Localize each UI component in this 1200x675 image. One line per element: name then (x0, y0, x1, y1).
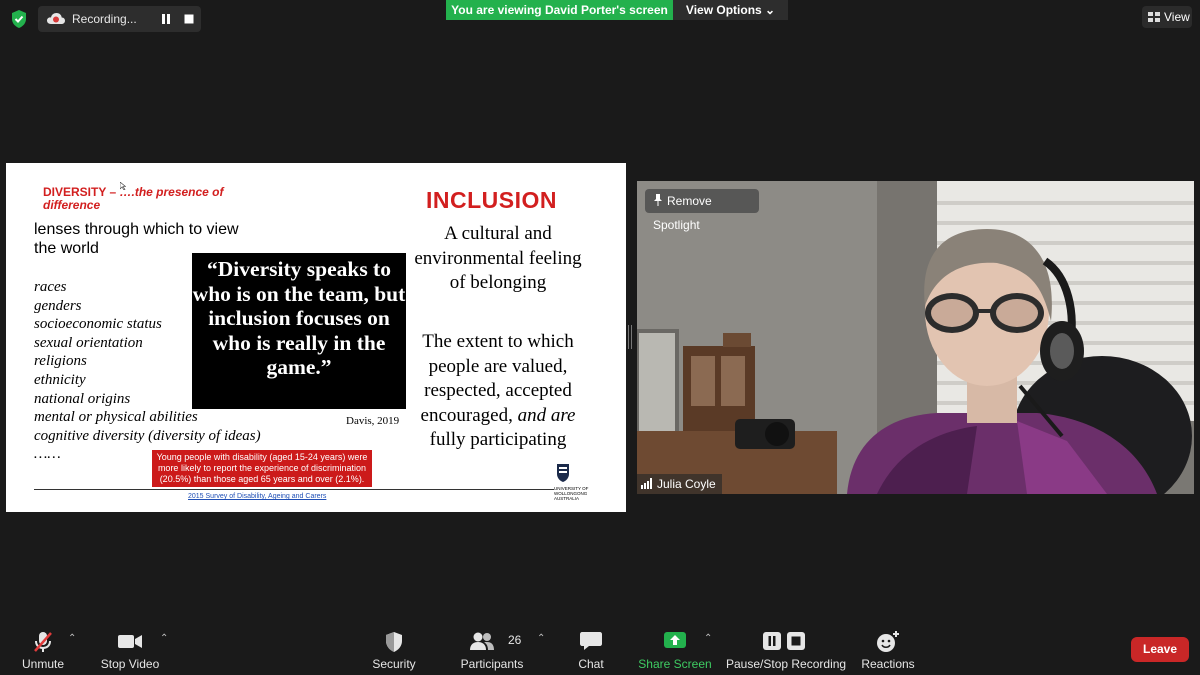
chat-label: Chat (578, 657, 604, 671)
leave-button[interactable]: Leave (1131, 637, 1189, 662)
diversity-heading: DIVERSITY – ….the presence of difference (43, 186, 253, 212)
list-item: mental or physical abilities (34, 409, 198, 426)
muted-microphone-icon (31, 630, 55, 657)
participant-count: 26 (508, 633, 522, 647)
reactions-label: Reactions (861, 657, 915, 671)
footer-divider (34, 489, 554, 490)
pause-stop-recording-label: Pause/Stop Recording (726, 657, 847, 671)
video-camera-icon (117, 630, 143, 655)
view-options-dropdown[interactable]: View Options ⌄ (673, 0, 788, 20)
quote-box: “Diversity speaks to who is on the team,… (192, 253, 406, 409)
security-shield-icon (383, 630, 405, 657)
reactions-button[interactable]: Reactions (856, 625, 920, 673)
view-label: View (1164, 10, 1190, 24)
participant-name-bar: Julia Coyle (637, 474, 722, 494)
chat-bubble-icon (579, 630, 603, 655)
participants-label: Participants (460, 657, 524, 671)
pause-recording-button[interactable] (156, 9, 176, 29)
audio-options-caret[interactable]: ⌃ (66, 625, 80, 673)
statistic-box: Young people with disability (aged 15-24… (152, 450, 372, 487)
list-item: cognitive diversity (diversity of ideas) (34, 427, 261, 444)
chat-button[interactable]: Chat (566, 625, 616, 673)
signal-strength-icon (641, 475, 653, 494)
stop-video-button[interactable]: Stop Video (96, 625, 164, 673)
panel-resize-handle[interactable] (628, 325, 632, 349)
university-crest-icon (557, 464, 569, 482)
inclusion-text-2b: and are (517, 404, 576, 426)
recording-label: Recording... (72, 12, 137, 26)
encryption-shield-icon[interactable] (8, 8, 30, 30)
recording-indicator[interactable]: Recording... (38, 6, 201, 32)
quote-attribution: Davis, 2019 (346, 415, 400, 427)
participants-button[interactable]: 26 Participants (452, 625, 532, 673)
pause-stop-icons (762, 630, 808, 655)
participants-icon (469, 630, 495, 655)
cloud-recording-icon (46, 11, 66, 32)
unmute-button[interactable]: Unmute (14, 625, 72, 673)
video-options-caret[interactable]: ⌃ (158, 625, 172, 673)
security-label: Security (372, 657, 416, 671)
stop-video-label: Stop Video (100, 657, 160, 671)
share-options-caret[interactable]: ⌃ (702, 625, 716, 673)
grid-view-icon (1148, 10, 1160, 24)
chevron-up-icon: ⌃ (537, 633, 546, 644)
stop-recording-button[interactable] (179, 9, 199, 29)
participant-name: Julia Coyle (657, 477, 716, 491)
inclusion-text-1: A cultural and environmental feeling of … (414, 223, 582, 293)
webcam-video-feed (637, 181, 1194, 494)
share-screen-arrow-icon (663, 630, 687, 653)
diversity-heading-main: DIVERSITY – (43, 185, 120, 199)
remove-spotlight-button[interactable]: Remove Spotlight (645, 189, 759, 232)
security-button[interactable]: Security (364, 625, 424, 673)
unmute-label: Unmute (21, 657, 65, 671)
inclusion-text-2: The extent to which people are valued, r… (410, 330, 586, 453)
participant-video-tile[interactable]: Remove Spotlight Julia Coyle (637, 181, 1194, 494)
smiley-plus-icon (875, 630, 901, 657)
chevron-up-icon: ⌃ (160, 633, 169, 644)
inclusion-text-2c: fully participating (429, 429, 567, 450)
chevron-up-icon: ⌃ (68, 633, 77, 644)
view-layout-button[interactable]: View (1142, 6, 1192, 28)
university-logo-text: UNIVERSITY OF WOLLONGONG AUSTRALIA (554, 486, 589, 501)
survey-link: 2015 Survey of Disability, Ageing and Ca… (188, 493, 327, 500)
shared-screen-slide: DIVERSITY – ….the presence of difference… (6, 163, 626, 512)
pin-icon (653, 194, 663, 208)
pause-stop-recording-button[interactable]: Pause/Stop Recording (726, 625, 847, 673)
participants-options-caret[interactable]: ⌃ (535, 625, 549, 673)
chevron-up-icon: ⌃ (704, 633, 713, 644)
inclusion-heading: INCLUSION (426, 187, 557, 213)
viewing-screen-banner: You are viewing David Porter's screen (446, 0, 673, 20)
